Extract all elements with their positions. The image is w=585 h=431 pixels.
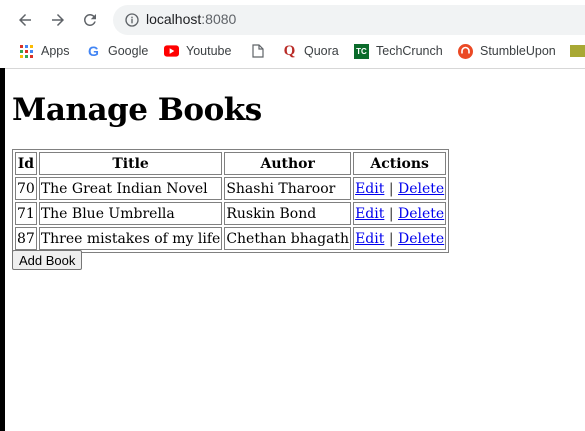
column-header-id: Id [15,152,37,175]
book-id: 70 [15,177,37,200]
delete-link[interactable]: Delete [398,206,444,222]
table-row: 87 Three mistakes of my life Chethan bha… [15,227,447,250]
column-header-actions: Actions [353,152,447,175]
book-actions: Edit | Delete [353,177,447,200]
book-author: Shashi Tharoor [224,177,352,200]
edit-link[interactable]: Edit [355,231,384,247]
edit-link[interactable]: Edit [355,206,384,222]
bookmark-label: TechCrunch [376,44,443,58]
bookmark-label: Quora [304,44,339,58]
column-header-author: Author [224,152,352,175]
stumbleupon-icon [458,43,473,59]
book-author: Chethan bhagath [224,227,352,250]
book-title: The Blue Umbrella [38,202,223,225]
delete-link[interactable]: Delete [398,181,444,197]
bookmark-quora[interactable]: Q Quora [282,42,339,60]
bookmark-techcrunch[interactable]: TC TechCrunch [354,42,443,60]
bookmark-folder-icon [570,44,585,59]
url-host: localhost [146,11,202,27]
youtube-icon [164,44,179,59]
techcrunch-icon: TC [354,43,369,59]
edit-link[interactable]: Edit [355,181,384,197]
window-edge [0,68,5,431]
bookmark-apps[interactable]: Apps [19,42,70,60]
books-table: Id Title Author Actions 70 The Great Ind… [12,149,450,253]
arrow-right-icon [52,14,64,26]
book-actions: Edit | Delete [353,227,447,250]
table-header-row: Id Title Author Actions [15,152,447,175]
book-id: 71 [15,202,37,225]
table-row: 70 The Great Indian Novel Shashi Tharoor… [15,177,447,200]
book-author: Ruskin Bond [224,202,352,225]
browser-chrome: localhost:8080 Apps G Google Youtube Q Q… [0,0,585,69]
bookmark-label: StumbleUpon [480,44,556,58]
book-title: Three mistakes of my life [38,227,223,250]
back-button[interactable] [14,9,36,31]
reload-icon [83,13,96,26]
add-book-button[interactable]: Add Book [12,250,83,270]
bookmarks-bar: Apps G Google Youtube Q Quora TC TechCru… [0,40,585,62]
bookmark-google[interactable]: G Google [86,42,148,60]
page-title: Manage Books [12,92,262,128]
delete-link[interactable]: Delete [398,231,444,247]
bookmark-label: Apps [41,44,70,58]
book-title: The Great Indian Novel [38,177,223,200]
bookmark-youtube[interactable]: Youtube [164,42,231,60]
address-bar[interactable]: localhost:8080 [113,5,585,35]
info-icon[interactable] [124,12,140,28]
bookmark-overflow[interactable] [570,42,585,60]
url-port: :8080 [201,11,237,27]
quora-icon: Q [283,42,296,59]
action-separator: | [388,180,394,197]
google-icon: G [88,43,99,59]
bookmark-label: Google [108,44,149,58]
bookmark-stumbleupon[interactable]: StumbleUpon [458,42,556,60]
bookmark-page[interactable] [250,42,272,60]
action-separator: | [388,205,394,222]
arrow-left-icon [19,14,31,26]
book-id: 87 [15,227,37,250]
bookmark-label: Youtube [186,44,232,58]
action-separator: | [388,230,394,247]
column-header-title: Title [38,152,223,175]
forward-button[interactable] [47,9,69,31]
url-text: localhost:8080 [146,11,236,27]
book-actions: Edit | Delete [353,202,447,225]
apps-grid-icon [19,44,34,59]
reload-button[interactable] [79,9,101,31]
table-row: 71 The Blue Umbrella Ruskin Bond Edit | … [15,202,447,225]
page-icon [250,44,265,59]
